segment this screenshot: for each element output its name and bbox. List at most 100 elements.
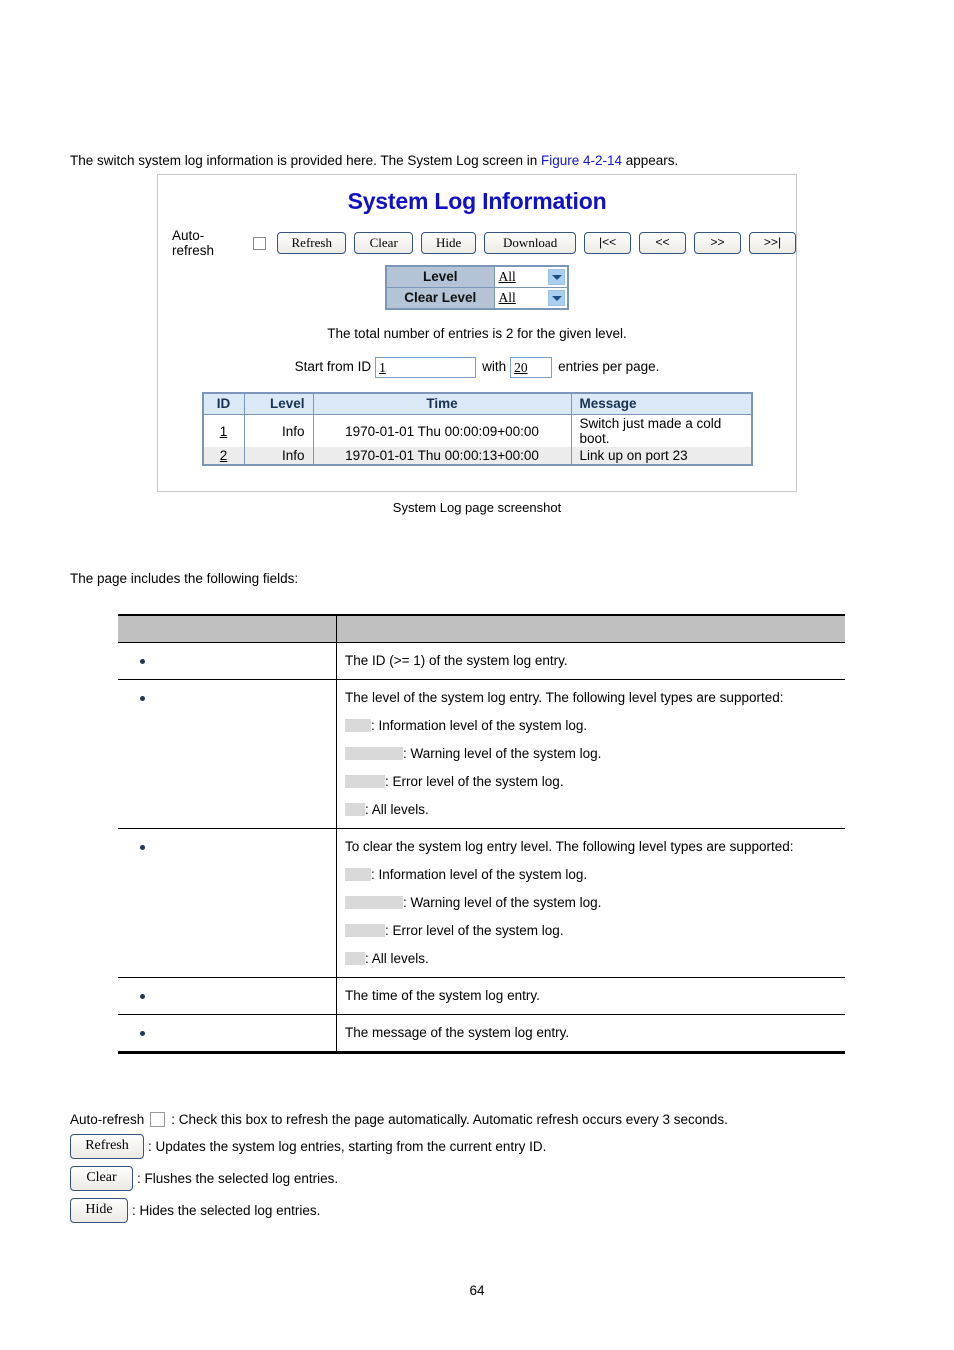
fields-description-text: To clear the system log entry level. The… xyxy=(345,839,794,854)
auto-refresh-label: Auto-refresh xyxy=(172,228,215,258)
table-row: The message of the system log entry. xyxy=(118,1014,845,1054)
fields-cell-object xyxy=(118,828,337,978)
clear-level-row: Clear Level All xyxy=(385,287,569,310)
bullet-icon xyxy=(140,845,145,850)
next-page-button[interactable]: >> xyxy=(694,232,742,254)
last-page-button[interactable]: >>| xyxy=(749,232,796,254)
fields-table-head xyxy=(118,615,845,643)
page-number: 64 xyxy=(469,1283,485,1298)
level-label: Level xyxy=(385,265,495,288)
chevron-down-icon xyxy=(548,290,565,306)
fields-header-description xyxy=(336,615,845,643)
warning-level-swatch xyxy=(345,896,403,909)
note-auto-refresh: Auto-refresh : Check this box to refresh… xyxy=(70,1112,728,1127)
table-row: 1 Info 1970-01-01 Thu 00:00:09+00:00 Swi… xyxy=(202,414,752,447)
log-header-id[interactable]: ID xyxy=(202,392,245,415)
page-includes-text: The page includes the following fields: xyxy=(70,571,299,586)
log-header-time[interactable]: Time xyxy=(312,392,572,415)
info-level-text: : Information level of the system log. xyxy=(371,867,588,882)
intro-text-after: appears. xyxy=(622,153,679,168)
auto-refresh-checkbox[interactable] xyxy=(150,1112,166,1127)
fields-description-text: The level of the system log entry. The f… xyxy=(345,690,784,705)
log-id-link[interactable]: 2 xyxy=(220,448,228,463)
fields-cell-object xyxy=(118,1014,337,1054)
fields-description-text: The message of the system log entry. xyxy=(345,1025,570,1040)
log-cell-level: Info xyxy=(243,447,314,465)
clear-button[interactable]: Clear xyxy=(70,1166,133,1191)
fields-table-body: The ID (>= 1) of the system log entry. T… xyxy=(118,642,845,1054)
refresh-button[interactable]: Refresh xyxy=(277,232,347,254)
level-selector-table: Level All Clear Level All xyxy=(385,265,569,310)
system-log-screenshot-panel: System Log Information Auto-refresh Refr… xyxy=(157,174,797,492)
log-cell-time: 1970-01-01 Thu 00:00:09+00:00 xyxy=(312,414,572,447)
intro-text-before: The switch system log information is pro… xyxy=(70,153,541,168)
figure-caption: System Log page screenshot xyxy=(392,500,562,515)
error-level-swatch xyxy=(345,924,385,937)
note-auto-refresh-desc: : Check this box to refresh the page aut… xyxy=(171,1112,728,1127)
error-level-text: : Error level of the system log. xyxy=(385,774,564,789)
table-row: The level of the system log entry. The f… xyxy=(118,679,845,829)
error-level-text: : Error level of the system log. xyxy=(385,923,564,938)
log-table: ID Level Time Message 1 Info 1970-01-01 … xyxy=(201,392,753,466)
warning-level-swatch xyxy=(345,747,403,760)
log-header-message[interactable]: Message xyxy=(570,392,752,415)
entries-per-page-input[interactable]: 20 xyxy=(510,357,553,378)
log-table-wrapper: ID Level Time Message 1 Info 1970-01-01 … xyxy=(158,392,796,466)
intro-paragraph: The switch system log information is pro… xyxy=(70,152,678,169)
clear-level-dropdown[interactable]: All xyxy=(493,287,569,310)
log-cell-time: 1970-01-01 Thu 00:00:13+00:00 xyxy=(312,447,572,465)
all-level-swatch xyxy=(345,952,365,965)
note-hide: Hide : Hides the selected log entries. xyxy=(70,1198,728,1223)
log-id-link[interactable]: 1 xyxy=(220,424,228,439)
panel-toolbar: Auto-refresh Refresh Clear Hide Download… xyxy=(158,228,796,258)
fields-cell-description: The message of the system log entry. xyxy=(336,1014,845,1054)
fields-header-object xyxy=(118,615,337,643)
fields-cell-description: The level of the system log entry. The f… xyxy=(336,679,845,829)
clear-level-dropdown-value: All xyxy=(498,290,516,305)
entries-per-page-label: entries per page. xyxy=(558,359,660,375)
log-table-body: 1 Info 1970-01-01 Thu 00:00:09+00:00 Swi… xyxy=(202,414,752,465)
bottom-notes: Auto-refresh : Check this box to refresh… xyxy=(70,1112,728,1223)
clear-level-label: Clear Level xyxy=(385,287,495,310)
refresh-button[interactable]: Refresh xyxy=(70,1134,144,1159)
bullet-icon xyxy=(140,696,145,701)
log-cell-id: 1 xyxy=(202,414,245,447)
fields-header-row xyxy=(118,615,845,643)
with-label: with xyxy=(482,359,507,375)
hide-button[interactable]: Hide xyxy=(70,1198,128,1223)
panel-title: System Log Information xyxy=(347,188,607,214)
log-cell-message: Switch just made a cold boot. xyxy=(570,414,752,447)
log-cell-message: Link up on port 23 xyxy=(570,447,752,465)
fields-cell-description: To clear the system log entry level. The… xyxy=(336,828,845,978)
start-from-id-input[interactable]: 1 xyxy=(375,357,477,378)
table-row: The ID (>= 1) of the system log entry. xyxy=(118,642,845,680)
fields-table: The ID (>= 1) of the system log entry. T… xyxy=(118,614,845,1054)
start-from-row: Start from ID 1 with 20 entries per page. xyxy=(158,357,796,378)
auto-refresh-checkbox[interactable] xyxy=(253,236,267,250)
level-row: Level All xyxy=(385,265,569,288)
level-type-info: : Information level of the system log. xyxy=(345,717,839,734)
figure-link[interactable]: Figure 4-2-14 xyxy=(541,153,622,168)
level-type-error: : Error level of the system log. xyxy=(345,773,839,790)
first-page-button[interactable]: |<< xyxy=(584,232,632,254)
bullet-icon xyxy=(140,1031,145,1036)
log-cell-id: 2 xyxy=(202,447,245,465)
level-dropdown-value: All xyxy=(498,269,516,284)
info-level-swatch xyxy=(345,719,371,732)
start-from-id-label: Start from ID xyxy=(294,359,372,375)
note-auto-refresh-label: Auto-refresh xyxy=(70,1112,145,1127)
clear-button[interactable]: Clear xyxy=(354,232,414,254)
note-refresh-desc: : Updates the system log entries, starti… xyxy=(148,1139,547,1154)
level-selector-wrapper: Level All Clear Level All xyxy=(158,265,796,310)
level-dropdown[interactable]: All xyxy=(493,265,569,288)
log-table-head: ID Level Time Message xyxy=(202,392,752,415)
fields-description-text: The time of the system log entry. xyxy=(345,988,540,1003)
log-cell-level: Info xyxy=(243,414,314,447)
fields-cell-description: The ID (>= 1) of the system log entry. xyxy=(336,642,845,680)
hide-button[interactable]: Hide xyxy=(421,232,477,254)
download-button[interactable]: Download xyxy=(484,232,577,254)
prev-page-button[interactable]: << xyxy=(639,232,687,254)
note-clear: Clear : Flushes the selected log entries… xyxy=(70,1166,728,1191)
log-header-level[interactable]: Level xyxy=(243,392,314,415)
all-level-swatch xyxy=(345,803,365,816)
